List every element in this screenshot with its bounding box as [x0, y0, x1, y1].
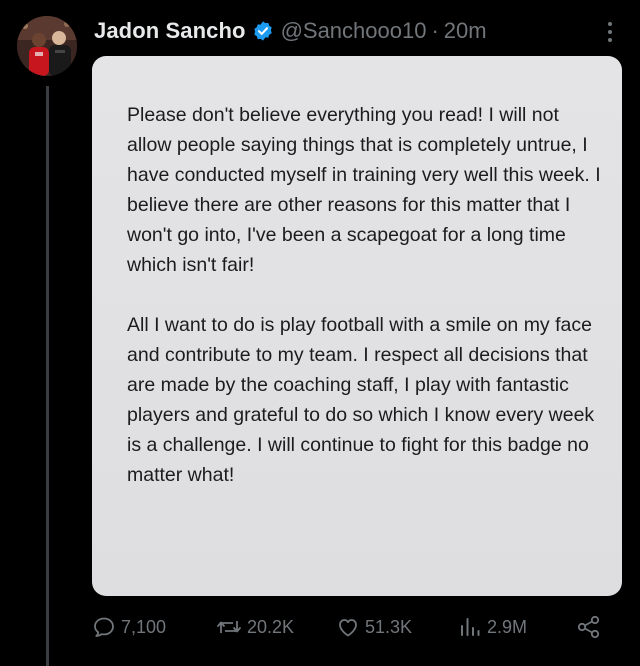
reply-icon: [94, 617, 114, 637]
share-button[interactable]: [576, 612, 602, 642]
verified-badge-icon: [252, 20, 274, 42]
heart-icon: [339, 619, 357, 637]
timestamp[interactable]: 20m: [444, 18, 487, 44]
reply-count: 7,100: [121, 616, 167, 637]
repost-button[interactable]: 20.2K: [216, 612, 294, 642]
action-bar: 7,100 20.2K 51.3K 2.9M: [92, 612, 622, 642]
views-chart-icon: [461, 618, 480, 636]
separator-dot: ·: [431, 18, 439, 43]
tweet-header: Jadon Sancho @Sanchooo10 · 20m: [94, 14, 487, 48]
display-name[interactable]: Jadon Sancho: [94, 18, 246, 44]
dot: [608, 38, 612, 42]
share-icon: [577, 615, 600, 639]
tweet-image-card[interactable]: Please don't believe everything you read…: [92, 56, 622, 596]
views-button[interactable]: 2.9M: [458, 612, 527, 642]
handle[interactable]: @Sanchooo10: [281, 18, 427, 44]
thread-line: [46, 86, 49, 666]
like-count: 51.3K: [365, 616, 413, 637]
dot: [608, 22, 612, 26]
more-options-icon[interactable]: [598, 20, 622, 44]
statement-paragraph-1: Please don't believe everything you read…: [127, 104, 601, 276]
repost-icon: [217, 621, 241, 633]
statement-paragraph-2: All I want to do is play football with a…: [127, 314, 595, 486]
avatar[interactable]: [17, 16, 77, 76]
dot: [608, 30, 612, 34]
views-count: 2.9M: [487, 616, 528, 637]
statement-text: Please don't believe everything you read…: [127, 100, 607, 490]
profile-photo-icon: [17, 16, 77, 76]
reply-button[interactable]: 7,100: [92, 612, 166, 642]
repost-count: 20.2K: [247, 616, 295, 637]
like-button[interactable]: 51.3K: [336, 612, 412, 642]
